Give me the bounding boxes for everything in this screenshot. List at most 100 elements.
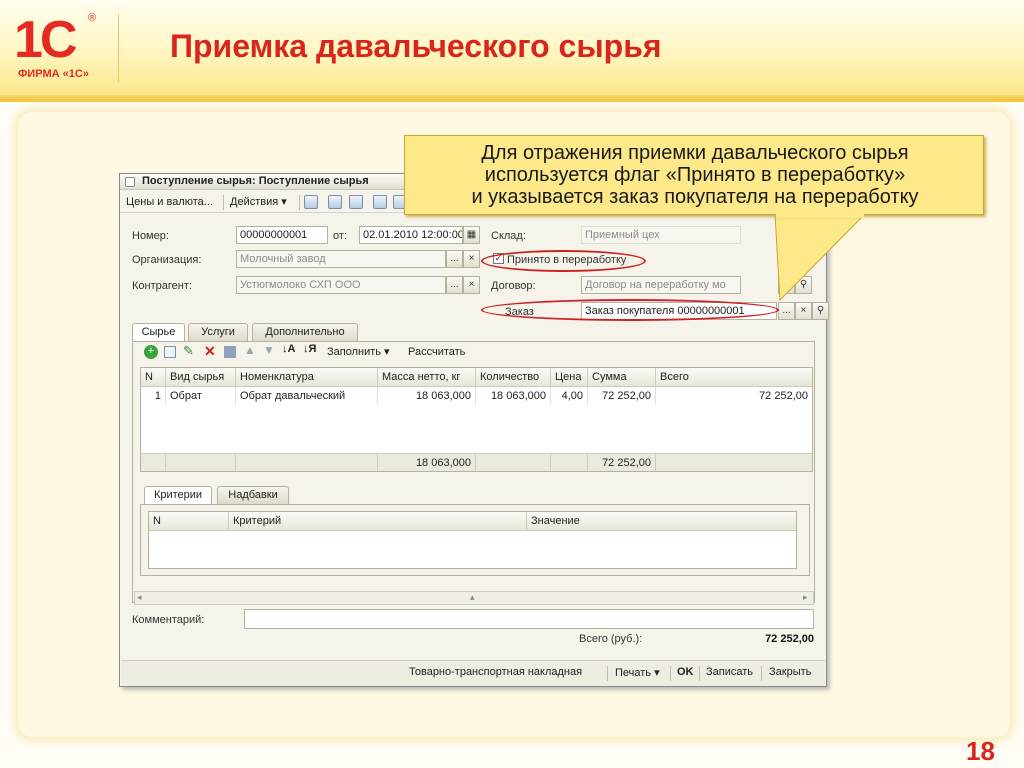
- prices-currency-button[interactable]: Цены и валюта...: [126, 194, 213, 210]
- total-value: 72 252,00: [765, 633, 814, 645]
- number-field[interactable]: 00000000001: [236, 226, 328, 244]
- print-menu-button[interactable]: Печать ▾: [615, 666, 660, 679]
- scroll-thumb-icon[interactable]: ▴: [470, 592, 475, 603]
- calendar-icon: ▦: [466, 229, 477, 240]
- total-mass: 18 063,000: [378, 453, 476, 471]
- structure-icon[interactable]: [328, 195, 342, 209]
- brand-logo: 1С ® ФИРМА «1С»: [10, 10, 115, 85]
- move-down-button[interactable]: ▼: [263, 343, 275, 357]
- order-select-button[interactable]: ...: [778, 302, 795, 320]
- edit-row-button[interactable]: ✎: [183, 343, 194, 359]
- slide-title: Приемка давальческого сырья: [170, 28, 662, 64]
- scroll-right-icon[interactable]: ▸: [803, 592, 808, 603]
- contractor-label: Контрагент:: [132, 280, 192, 292]
- toolbar-separator: [299, 195, 300, 210]
- date-field[interactable]: 02.01.2010 12:00:00: [359, 226, 463, 244]
- comment-label: Комментарий:: [132, 614, 205, 626]
- contract-field[interactable]: Договор на переработку мо: [581, 276, 741, 294]
- find-icon[interactable]: [349, 195, 363, 209]
- column-header-net-mass[interactable]: Масса нетто, кг: [378, 368, 476, 387]
- cell-n: 1: [141, 387, 166, 405]
- logo-mark: 1С: [14, 11, 78, 69]
- contract-open-button[interactable]: ⚲: [795, 276, 812, 294]
- plus-icon: +: [147, 345, 155, 357]
- close-icon: ×: [800, 305, 807, 316]
- actions-menu-button[interactable]: Действия ▾: [230, 194, 287, 210]
- order-open-button[interactable]: ⚲: [812, 302, 829, 320]
- calendar-button[interactable]: ▦: [463, 226, 480, 244]
- number-label: Номер:: [132, 230, 169, 242]
- scroll-left-icon[interactable]: ◂: [137, 592, 142, 603]
- sort-ascending-icon: ↓A: [282, 343, 296, 355]
- header-divider: [0, 95, 1024, 102]
- document-icon: [125, 177, 135, 187]
- totals-cell: [476, 453, 551, 471]
- totals-cell: [551, 453, 588, 471]
- ok-button[interactable]: OK: [677, 666, 694, 678]
- highlight-ellipse-order: [481, 299, 779, 321]
- order-clear-button[interactable]: ×: [795, 302, 812, 320]
- callout-pointer-joint: [776, 210, 864, 218]
- tab-materials[interactable]: Сырье: [132, 323, 185, 342]
- column-header-nomenclature[interactable]: Номенклатура: [236, 368, 378, 387]
- delete-row-button[interactable]: ✕: [204, 343, 216, 360]
- sort-asc-button[interactable]: ↓A: [282, 343, 295, 355]
- column-header-value[interactable]: Значение: [527, 512, 796, 531]
- column-header-total[interactable]: Всего: [656, 368, 812, 387]
- cell-quantity: 18 063,000: [476, 387, 551, 405]
- end-edit-button[interactable]: [224, 346, 236, 358]
- tab-criteria[interactable]: Критерии: [144, 486, 212, 505]
- organization-select-button[interactable]: ...: [446, 250, 463, 268]
- tab-additional[interactable]: Дополнительно: [252, 323, 358, 341]
- total-sum: 72 252,00: [588, 453, 656, 471]
- column-header-quantity[interactable]: Количество: [476, 368, 551, 387]
- comment-input[interactable]: [244, 609, 814, 629]
- toolbar-separator: [223, 195, 224, 210]
- footer-separator: [670, 666, 671, 681]
- document-window: Поступление сырья: Поступление сырья Цен…: [119, 173, 829, 687]
- organization-clear-button[interactable]: ×: [463, 250, 480, 268]
- post-icon[interactable]: [304, 195, 318, 209]
- search-icon: ⚲: [799, 279, 808, 290]
- column-header-material-type[interactable]: Вид сырья: [166, 368, 236, 387]
- delete-icon: ✕: [204, 343, 216, 359]
- materials-table: N Вид сырья Номенклатура Масса нетто, кг…: [140, 367, 813, 472]
- highlight-ellipse-accepted-flag: [481, 250, 646, 272]
- tab-services[interactable]: Услуги: [188, 323, 248, 341]
- close-icon: ×: [468, 279, 475, 290]
- waybill-button[interactable]: Товарно-транспортная накладная: [409, 666, 582, 678]
- column-header-price[interactable]: Цена: [551, 368, 588, 387]
- contractor-field[interactable]: Устюгмолоко СХП ООО: [236, 276, 446, 294]
- contract-select-button[interactable]: ...: [778, 276, 795, 294]
- tab-bonuses[interactable]: Надбавки: [217, 486, 289, 504]
- callout-box: Для отражения приемки давальческого сырь…: [404, 135, 984, 215]
- arrow-up-icon: ▲: [244, 343, 256, 357]
- window-title: Поступление сырья: Поступление сырья: [142, 175, 369, 187]
- report-icon[interactable]: [373, 195, 387, 209]
- move-up-button[interactable]: ▲: [244, 343, 256, 357]
- column-header-n[interactable]: N: [141, 368, 166, 387]
- logo-company-name: ФИРМА «1С»: [18, 68, 89, 80]
- sort-desc-button[interactable]: ↓Я: [303, 343, 316, 355]
- save-button[interactable]: Записать: [706, 666, 753, 678]
- logo-registered-mark: ®: [88, 12, 97, 24]
- copy-row-button[interactable]: [164, 346, 176, 358]
- close-button[interactable]: Закрыть: [769, 666, 811, 678]
- footer-separator: [607, 666, 608, 681]
- cell-sum: 72 252,00: [588, 387, 656, 405]
- organization-field[interactable]: Молочный завод: [236, 250, 446, 268]
- warehouse-field[interactable]: Приемный цех: [581, 226, 741, 244]
- contractor-clear-button[interactable]: ×: [463, 276, 480, 294]
- date-label: от:: [333, 230, 347, 242]
- cell-material-type: Обрат: [166, 387, 236, 405]
- contractor-select-button[interactable]: ...: [446, 276, 463, 294]
- column-header-criterion[interactable]: Критерий: [229, 512, 527, 531]
- horizontal-scrollbar[interactable]: ◂ ▴ ▸: [134, 591, 814, 605]
- add-row-button[interactable]: +: [144, 345, 158, 359]
- fill-menu-button[interactable]: Заполнить ▾: [327, 344, 390, 360]
- footer-separator: [761, 666, 762, 681]
- calculate-button[interactable]: Рассчитать: [408, 344, 465, 360]
- totals-cell: [656, 453, 812, 471]
- column-header-n[interactable]: N: [149, 512, 229, 531]
- column-header-sum[interactable]: Сумма: [588, 368, 656, 387]
